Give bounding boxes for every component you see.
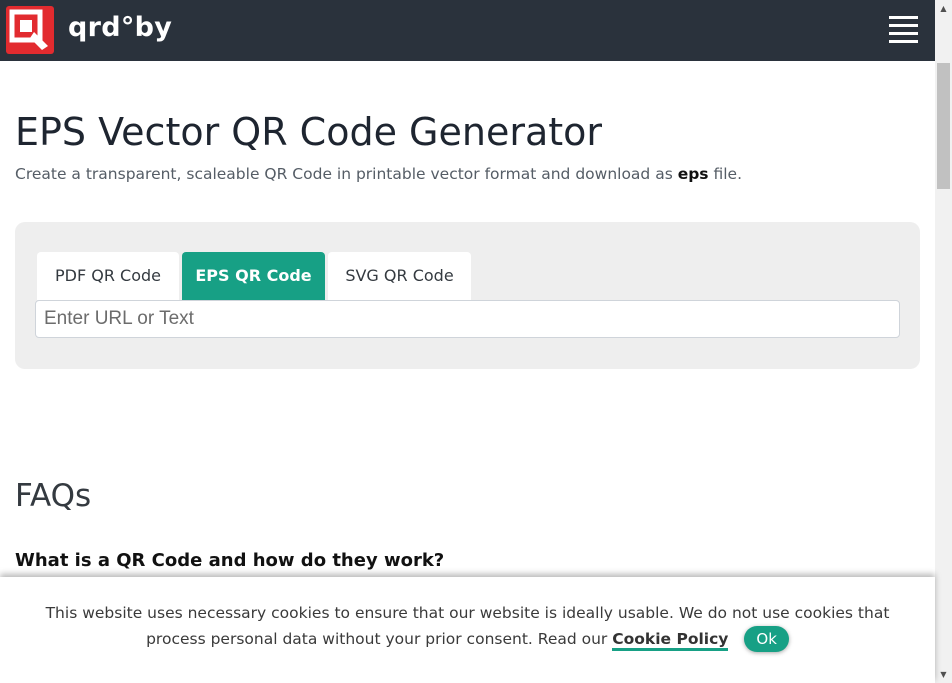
cookie-message: This website uses necessary cookies to e… (20, 600, 915, 652)
page-title: EPS Vector QR Code Generator (15, 110, 603, 154)
faq-question[interactable]: What is a QR Code and how do they work? (15, 550, 444, 571)
tab-svg-qr-code[interactable]: SVG QR Code (328, 252, 471, 300)
vertical-scrollbar[interactable]: ▲ ▼ (935, 0, 952, 683)
scroll-thumb[interactable] (937, 63, 950, 189)
subtitle-text: Create a transparent, scaleable QR Code … (15, 165, 678, 183)
navbar: qrd°by (0, 0, 935, 61)
cookie-policy-link[interactable]: Cookie Policy (612, 630, 729, 651)
qrdby-logo-icon[interactable] (6, 6, 54, 54)
subtitle-suffix: file. (708, 165, 743, 183)
tab-pdf-qr-code[interactable]: PDF QR Code (37, 252, 179, 300)
scroll-up-arrow-icon[interactable]: ▲ (935, 0, 952, 17)
subtitle-format: eps (677, 165, 709, 183)
cookie-ok-button[interactable]: Ok (744, 626, 789, 652)
url-text-input[interactable] (35, 300, 900, 338)
hamburger-menu-icon[interactable] (889, 16, 918, 44)
page-subtitle: Create a transparent, scaleable QR Code … (15, 165, 742, 183)
qr-generator-card: PDF QR Code EPS QR Code SVG QR Code (15, 222, 920, 369)
faq-heading: FAQs (15, 478, 92, 514)
scroll-down-arrow-icon[interactable]: ▼ (935, 666, 952, 683)
brand-name[interactable]: qrd°by (68, 12, 172, 43)
tab-eps-qr-code[interactable]: EPS QR Code (182, 252, 325, 300)
cookie-banner: This website uses necessary cookies to e… (0, 577, 935, 683)
